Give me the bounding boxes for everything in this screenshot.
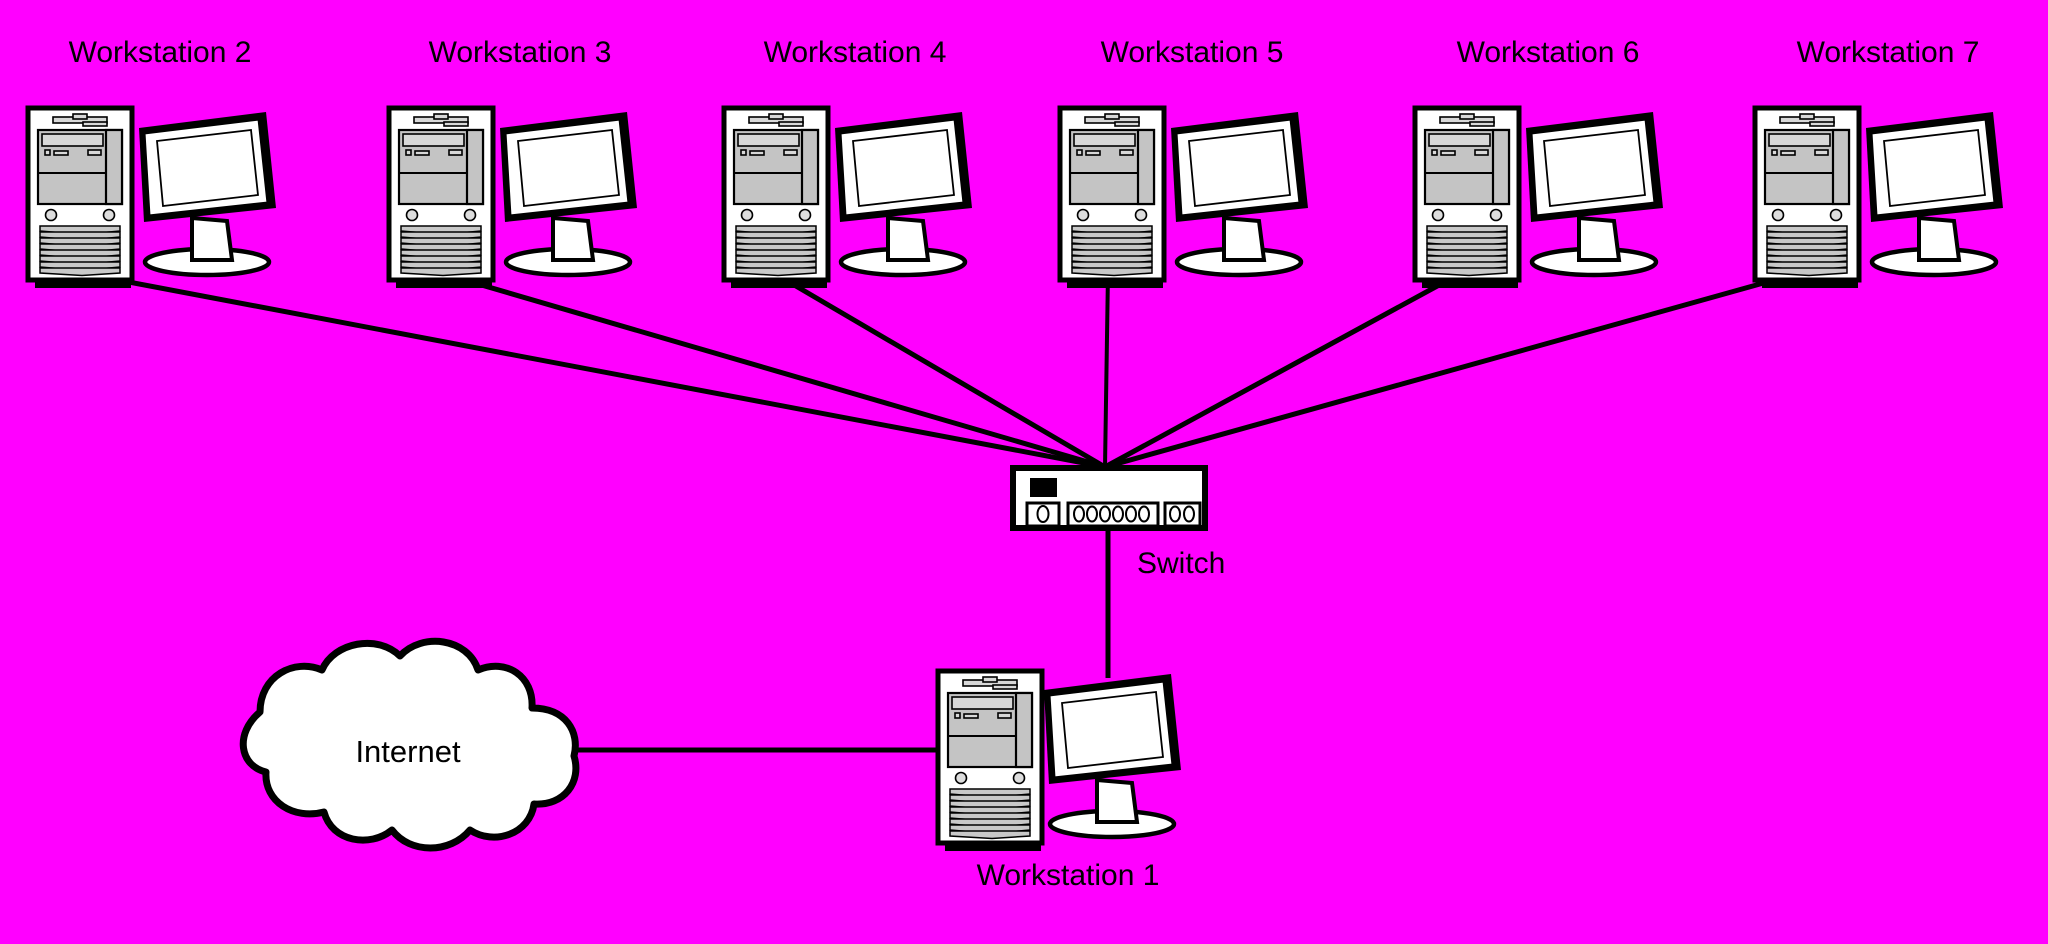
switch-aux-port-group[interactable] [1163,501,1202,528]
switch-label: Switch [1137,547,1225,580]
status-led-icon [1030,478,1057,497]
workstation-2-label: Workstation 2 [69,36,252,69]
workstation-6-label: Workstation 6 [1457,36,1640,69]
switch-main-port-group[interactable] [1066,501,1160,528]
diagram-canvas: Workstation 2 Workstation 3 Workstation … [0,0,2048,944]
switch-uplink-port-group[interactable] [1025,501,1061,528]
internet-label: Internet [355,734,461,769]
network-diagram: Workstation 2 Workstation 3 Workstation … [0,0,2048,944]
workstation-7-label: Workstation 7 [1797,36,1980,69]
workstation-1-label: Workstation 1 [977,859,1160,892]
workstation-3-label: Workstation 3 [429,36,612,69]
workstation-5-label: Workstation 5 [1101,36,1284,69]
workstation-4-label: Workstation 4 [764,36,947,69]
